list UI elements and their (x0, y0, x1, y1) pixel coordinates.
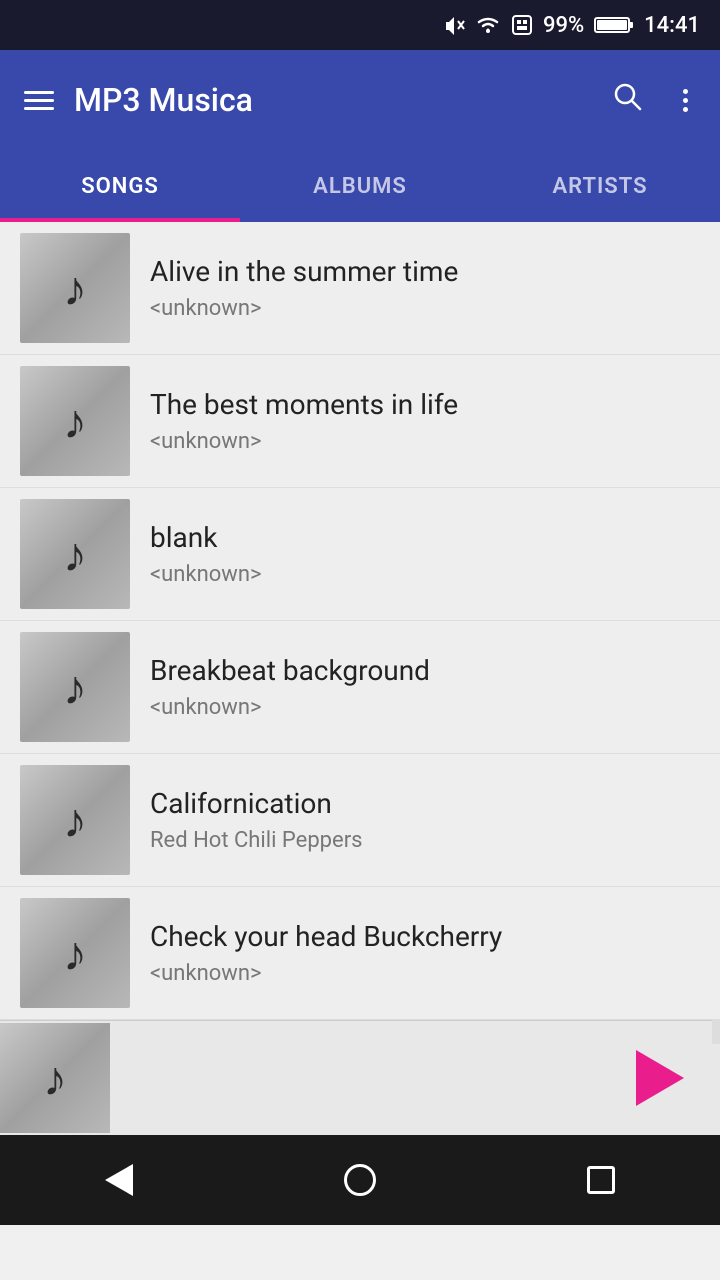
tab-albums[interactable]: ALBUMS (240, 150, 480, 222)
now-playing-bar[interactable]: ♪ (0, 1020, 720, 1135)
music-note-icon: ♪ (63, 925, 87, 982)
music-note-icon: ♪ (63, 659, 87, 716)
song-info: Californication Red Hot Chili Peppers (150, 787, 720, 853)
music-note-icon: ♪ (63, 260, 87, 317)
song-title: Alive in the summer time (150, 255, 700, 288)
time-display: 14:41 (644, 13, 700, 38)
back-button[interactable] (75, 1154, 163, 1206)
home-button[interactable] (314, 1154, 406, 1206)
app-title: MP3 Musica (74, 81, 585, 119)
list-item[interactable]: ♪ Alive in the summer time <unknown> (0, 222, 720, 355)
song-thumbnail: ♪ (20, 233, 130, 343)
tab-songs[interactable]: SONGS (0, 150, 240, 222)
list-item[interactable]: ♪ Breakbeat background <unknown> (0, 621, 720, 754)
battery-icon (594, 14, 634, 36)
play-icon (636, 1050, 684, 1106)
song-info: Check your head Buckcherry <unknown> (150, 920, 720, 986)
app-bar-actions (605, 74, 696, 127)
song-thumbnail: ♪ (20, 765, 130, 875)
song-title: Californication (150, 787, 700, 820)
song-thumbnail: ♪ (20, 898, 130, 1008)
play-button[interactable] (620, 1038, 700, 1118)
status-icons: 99% 14:41 (443, 13, 700, 38)
home-icon (344, 1164, 376, 1196)
song-list: ♪ Alive in the summer time <unknown> ♪ T… (0, 222, 720, 1020)
song-title: Breakbeat background (150, 654, 700, 687)
app-bar: MP3 Musica (0, 50, 720, 150)
wifi-icon (475, 14, 501, 36)
song-artist: Red Hot Chili Peppers (150, 828, 700, 853)
song-info: Breakbeat background <unknown> (150, 654, 720, 720)
now-playing-thumbnail: ♪ (0, 1023, 110, 1133)
song-artist: <unknown> (150, 296, 700, 321)
song-info: The best moments in life <unknown> (150, 388, 720, 454)
search-button[interactable] (605, 74, 651, 127)
menu-line-3 (24, 107, 54, 110)
music-note-icon: ♪ (63, 792, 87, 849)
menu-button[interactable] (24, 91, 54, 110)
tab-artists[interactable]: ARTISTS (480, 150, 720, 222)
status-bar: 99% 14:41 (0, 0, 720, 50)
song-artist: <unknown> (150, 429, 700, 454)
tabs: SONGS ALBUMS ARTISTS (0, 150, 720, 222)
music-note-icon: ♪ (63, 393, 87, 450)
more-icon (683, 89, 688, 112)
sim-icon (511, 14, 533, 36)
song-artist: <unknown> (150, 695, 700, 720)
list-item[interactable]: ♪ Check your head Buckcherry <unknown> (0, 887, 720, 1020)
song-title: Check your head Buckcherry (150, 920, 700, 953)
song-thumbnail: ♪ (20, 366, 130, 476)
recent-button[interactable] (557, 1156, 645, 1204)
list-item[interactable]: ♪ Californication Red Hot Chili Peppers (0, 754, 720, 887)
back-icon (105, 1164, 133, 1196)
music-note-icon: ♪ (63, 526, 87, 583)
song-info: Alive in the summer time <unknown> (150, 255, 720, 321)
song-title: blank (150, 521, 700, 554)
battery-percent: 99% (543, 13, 584, 38)
song-title: The best moments in life (150, 388, 700, 421)
list-item[interactable]: ♪ The best moments in life <unknown> (0, 355, 720, 488)
song-artist: <unknown> (150, 562, 700, 587)
mute-icon (443, 14, 465, 36)
more-button[interactable] (675, 81, 696, 120)
song-thumbnail: ♪ (20, 499, 130, 609)
song-thumbnail: ♪ (20, 632, 130, 742)
nav-bar (0, 1135, 720, 1225)
list-item[interactable]: ♪ blank <unknown> (0, 488, 720, 621)
song-artist: <unknown> (150, 961, 700, 986)
search-icon (613, 82, 643, 112)
recent-icon (587, 1166, 615, 1194)
menu-line-1 (24, 91, 54, 94)
song-info: blank <unknown> (150, 521, 720, 587)
menu-line-2 (24, 99, 54, 102)
now-playing-note-icon: ♪ (43, 1050, 67, 1107)
